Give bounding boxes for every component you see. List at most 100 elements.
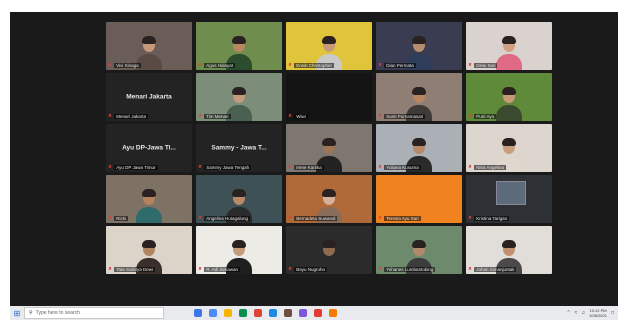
taskbar-search-box[interactable]: ⚲ Type here to search	[24, 307, 164, 319]
participant-name: Erwin Christopher	[294, 63, 334, 68]
participant-name-label: ✘ Erwin Christopher	[288, 63, 370, 68]
taskbar-app-icon[interactable]	[254, 309, 262, 317]
windows-taskbar: ⊞ ⚲ Type here to search ⌃ ≈ ♫ 10:12 PM 1…	[10, 306, 618, 320]
participant-name: Tata Sulistya Dewi	[114, 267, 155, 272]
taskbar-app-icon[interactable]	[194, 309, 202, 317]
participant-tile[interactable]: Menari Jakarta ✘ Menari Jakarta	[106, 73, 192, 121]
participant-tile[interactable]: ✘ R. Adi Setiawan	[196, 226, 282, 274]
participant-tile[interactable]: ✘ Wiwi	[286, 73, 372, 121]
taskbar-app-icon[interactable]	[299, 309, 307, 317]
participant-tile[interactable]: ✘ Irene Kartika	[286, 124, 372, 172]
zoom-meeting-window: ✘ Vivi Sinaga ✘ Agus Hidayat ✘ Erwin Christop…	[10, 12, 618, 306]
participant-name: Putri Ayu	[474, 114, 497, 119]
muted-mic-icon: ✘	[108, 63, 113, 68]
participant-tile[interactable]: ✘ Dewi Sari	[466, 22, 552, 70]
participant-name: Teresia Ayu Sari	[384, 216, 421, 221]
participant-tile[interactable]: ✘ Johan Simanjuntak	[466, 226, 552, 274]
participant-tile[interactable]: ✘ Tim Menari	[196, 73, 282, 121]
participant-tile[interactable]: Sammy - Jawa T... ✘ Sammy Jawa Tengah	[196, 124, 282, 172]
muted-mic-icon: ✘	[378, 165, 383, 170]
participant-tile[interactable]: ✘ Yuliana Kusuma	[376, 124, 462, 172]
participant-tile[interactable]: ✘ Rizki	[106, 175, 192, 223]
chevron-up-icon[interactable]: ⌃	[566, 310, 570, 316]
muted-mic-icon: ✘	[288, 165, 293, 170]
muted-mic-icon: ✘	[288, 267, 293, 272]
participant-name: Nina Angelina	[474, 165, 506, 170]
muted-mic-icon: ✘	[378, 114, 383, 119]
participant-tile[interactable]: ✘ Bernadeta Suwandi	[286, 175, 372, 223]
participant-name-label: ✘ Dian Permata	[378, 63, 460, 68]
shared-screen-thumbnail	[496, 181, 526, 205]
muted-mic-icon: ✘	[468, 63, 473, 68]
participant-name: Angelina Hutagalung	[204, 216, 250, 221]
participant-tile[interactable]: ✘ Kristina Tarigan	[466, 175, 552, 223]
muted-mic-icon: ✘	[108, 165, 113, 170]
muted-mic-icon: ✘	[468, 216, 473, 221]
search-placeholder: Type here to search	[35, 310, 80, 316]
pinned-apps	[194, 309, 337, 317]
taskbar-app-icon[interactable]	[224, 309, 232, 317]
participant-name: Bayu Nugroho	[294, 267, 327, 272]
participant-tile[interactable]: ✘ Santi Purnamasari	[376, 73, 462, 121]
muted-mic-icon: ✘	[288, 216, 293, 221]
participant-name-label: ✘ Johan Simanjuntak	[468, 267, 550, 272]
participant-name-label: ✘ Nina Angelina	[468, 165, 550, 170]
participant-tile[interactable]: ✘ Erwin Christopher	[286, 22, 372, 70]
participant-tile[interactable]: Ayu DP-Jawa Ti... ✘ Ayu DP Jawa Timur	[106, 124, 192, 172]
participant-name: Kristina Tarigan	[474, 216, 510, 221]
participant-name-label: ✘ Vivi Sinaga	[108, 63, 190, 68]
participant-name-label: ✘ Menari Jakarta	[108, 114, 190, 119]
muted-mic-icon: ✘	[108, 216, 113, 221]
participant-tile[interactable]: ✘ Angelina Hutagalung	[196, 175, 282, 223]
participant-name-label: ✘ Sammy Jawa Tengah	[198, 165, 280, 170]
participant-display-name: Sammy - Jawa T...	[211, 144, 267, 152]
participant-tile[interactable]: ✘ Nina Angelina	[466, 124, 552, 172]
participant-name-label: ✘ Yuliana Kusuma	[378, 165, 460, 170]
participant-name: Dewi Sari	[474, 63, 498, 68]
participant-name: Dian Permata	[384, 63, 416, 68]
volume-icon[interactable]: ♫	[581, 310, 585, 316]
participant-name: Rizki	[114, 216, 128, 221]
taskbar-app-icon[interactable]	[284, 309, 292, 317]
taskbar-app-icon[interactable]	[209, 309, 217, 317]
participant-name: Ayu DP Jawa Timur	[114, 165, 158, 170]
participant-name-label: ✘ Kristina Tarigan	[468, 216, 550, 221]
windows-start-icon[interactable]: ⊞	[10, 309, 24, 318]
participant-tile[interactable]: ✘ Putri Ayu	[466, 73, 552, 121]
participant-tile[interactable]: ✘ Tata Sulistya Dewi	[106, 226, 192, 274]
participant-name: Agus Hidayat	[204, 63, 235, 68]
muted-mic-icon: ✘	[108, 114, 113, 119]
muted-mic-icon: ✘	[468, 267, 473, 272]
participant-name-label: ✘ Tim Menari	[198, 114, 280, 119]
muted-mic-icon: ✘	[288, 63, 293, 68]
muted-mic-icon: ✘	[198, 114, 203, 119]
taskbar-app-icon[interactable]	[239, 309, 247, 317]
taskbar-app-icon[interactable]	[269, 309, 277, 317]
taskbar-app-icon[interactable]	[314, 309, 322, 317]
participant-name: Johan Simanjuntak	[474, 267, 517, 272]
participant-tile[interactable]: ✘ Teresia Ayu Sari	[376, 175, 462, 223]
participant-tile[interactable]: ✘ Bayu Nugroho	[286, 226, 372, 274]
system-tray: ⌃ ≈ ♫ 10:12 PM 10/8/2021 □	[566, 308, 618, 318]
participant-name: Vivi Sinaga	[114, 63, 141, 68]
participant-name: Menari Jakarta	[114, 114, 148, 119]
clock-date: 10/8/2021	[589, 313, 607, 318]
participant-name-label: ✘ Wiwi	[288, 114, 370, 119]
participant-tile[interactable]: ✘ Dian Permata	[376, 22, 462, 70]
taskbar-app-icon[interactable]	[329, 309, 337, 317]
wifi-icon[interactable]: ≈	[575, 310, 578, 316]
participant-tile[interactable]: ✘ Vivi Sinaga	[106, 22, 192, 70]
participant-name-label: ✘ R. Adi Setiawan	[198, 267, 280, 272]
muted-mic-icon: ✘	[198, 216, 203, 221]
taskbar-clock[interactable]: 10:12 PM 10/8/2021	[589, 308, 607, 318]
participant-name-label: ✘ Rizki	[108, 216, 190, 221]
notification-icon[interactable]: □	[611, 310, 614, 316]
participant-name-label: ✘ Tata Sulistya Dewi	[108, 267, 190, 272]
participant-display-name: Ayu DP-Jawa Ti...	[122, 144, 176, 152]
muted-mic-icon: ✘	[378, 216, 383, 221]
participant-tile[interactable]: ✘ Yohanes Lumbantobing	[376, 226, 462, 274]
participant-name: Irene Kartika	[294, 165, 324, 170]
participant-name-label: ✘ Bayu Nugroho	[288, 267, 370, 272]
participant-tile[interactable]: ✘ Agus Hidayat	[196, 22, 282, 70]
participant-name-label: ✘ Agus Hidayat	[198, 63, 280, 68]
